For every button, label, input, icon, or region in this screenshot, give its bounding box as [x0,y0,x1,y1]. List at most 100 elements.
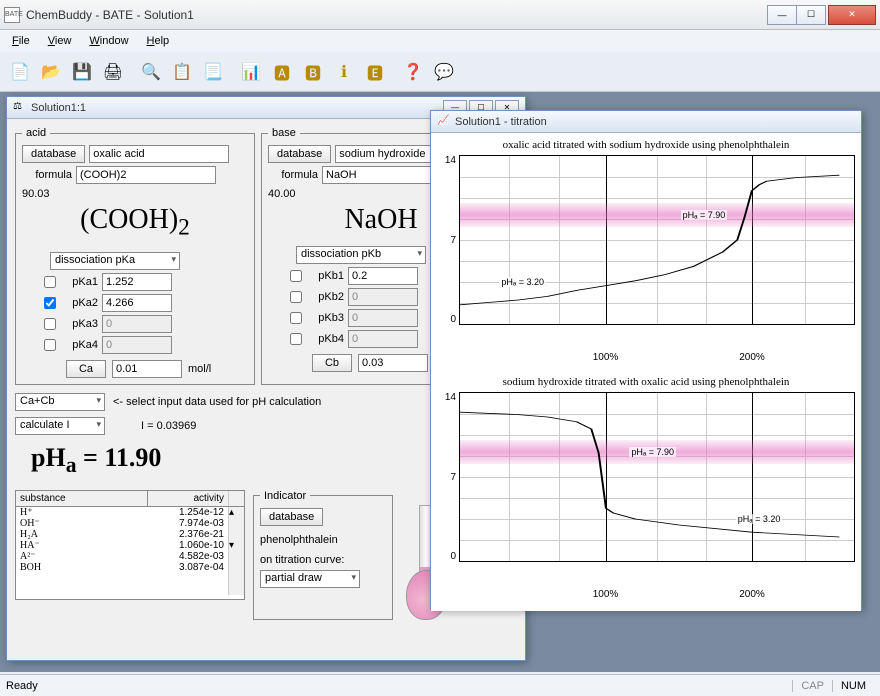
y-tick: 7 [450,472,456,483]
input-data-dropdown[interactable]: Ca+Cb [15,393,105,411]
pkb4-input[interactable] [348,330,418,348]
pkb2-check[interactable] [290,291,302,303]
chart-2-plot: pHₐ = 7.90 pHₐ = 3.20 [459,392,855,562]
status-bar: Ready CAP NUM [0,674,880,696]
a-icon[interactable]: 🅰 [268,58,296,86]
pka2-check[interactable] [44,297,56,309]
pka4-label: pKa4 [62,339,98,351]
x-tick: 100% [593,589,619,600]
status-num: NUM [832,680,874,692]
sheet-icon[interactable]: 📋 [168,58,196,86]
calc-icon[interactable]: 📊 [237,58,265,86]
acid-formula-label: formula [22,169,72,181]
table-scroll[interactable] [228,491,244,506]
cb-input[interactable] [358,354,428,372]
open-icon[interactable]: 📂 [37,58,65,86]
ca-button[interactable]: Ca [66,360,106,378]
pka1-label: pKa1 [62,276,98,288]
acid-dissociation-dropdown[interactable]: dissociation pKa [50,252,180,270]
calculate-dropdown[interactable]: calculate I [15,417,105,435]
balance-icon[interactable]: 🔍 [137,58,165,86]
menu-file[interactable]: File [4,33,38,49]
menu-window[interactable]: Window [81,33,136,49]
x-tick: 200% [739,352,765,363]
pka4-check[interactable] [44,339,56,351]
titration-title-bar[interactable]: 📈 Solution1 - titration [431,111,861,133]
maximize-button[interactable]: ☐ [796,5,826,25]
close-button[interactable]: ✕ [828,5,876,25]
base-mass: 40.00 [268,188,296,200]
menu-help[interactable]: Help [139,33,178,49]
app-icon: BATE [4,7,20,23]
table-row: BOH3.087e-04 [16,562,228,573]
doc-icon[interactable]: 📃 [199,58,227,86]
acid-formula-display: (COOH)2 [22,204,248,242]
base-legend: base [268,127,300,139]
pka4-input[interactable] [102,336,172,354]
table-row: A²⁻4.582e-03 [16,551,228,562]
chart-1-plot: pHₐ = 7.90 pHₐ = 3.20 [459,155,855,325]
cb-button[interactable]: Cb [312,354,352,372]
pka3-input[interactable] [102,315,172,333]
input-hint: <- select input data used for pH calcula… [113,396,321,408]
window-title: ChemBuddy - BATE - Solution1 [26,8,767,22]
pkb1-check[interactable] [290,270,302,282]
pkb1-input[interactable] [348,267,418,285]
titration-window: 📈 Solution1 - titration oxalic acid titr… [430,110,862,610]
el-icon[interactable]: 🅴 [361,58,389,86]
b-icon[interactable]: 🅱 [299,58,327,86]
pka2-input[interactable] [102,294,172,312]
chart-2-title: sodium hydroxide titrated with oxalic ac… [437,376,855,388]
chart-icon: 📈 [437,115,451,129]
pka1-input[interactable] [102,273,172,291]
indicator-panel: Indicator database phenolphthalein on ti… [253,490,393,620]
table-row: OH⁻7.974e-03 [16,518,228,529]
draw-mode-dropdown[interactable]: partial draw [260,570,360,588]
base-dissociation-dropdown[interactable]: dissociation pKb [296,246,426,264]
y-tick: 14 [445,155,456,166]
ionic-strength-value: I = 0.03969 [141,420,196,432]
y-tick: 0 [450,551,456,562]
chart-1: oxalic acid titrated with sodium hydroxi… [437,139,855,366]
ca-unit: mol/l [188,363,211,375]
pka3-label: pKa3 [62,318,98,330]
pkb3-input[interactable] [348,309,418,327]
acid-database-button[interactable]: database [22,145,85,163]
pkb2-input[interactable] [348,288,418,306]
pkb4-check[interactable] [290,333,302,345]
minimize-button[interactable]: — [767,5,797,25]
pkb2-label: pKb2 [308,291,344,303]
acid-panel: acid database formula 90.03 (COOH)2 [15,127,255,385]
table-scrollbar[interactable]: ▴▾ [228,507,244,595]
status-cap: CAP [792,680,832,692]
y-tick: 7 [450,235,456,246]
mdi-area: ⚖ Solution1:1 — ☐ ✕ acid database formul… [0,92,880,672]
pka1-check[interactable] [44,276,56,288]
indicator-name: phenolphthalein [260,534,386,546]
base-database-button[interactable]: database [268,145,331,163]
title-bar: BATE ChemBuddy - BATE - Solution1 — ☐ ✕ [0,0,880,30]
titration-window-title: Solution1 - titration [455,116,855,128]
solution-window-title: Solution1:1 [31,102,443,114]
acid-legend: acid [22,127,50,139]
print-icon[interactable]: 🖨 [99,58,127,86]
acid-formula-input[interactable] [76,166,216,184]
acid-mass: 90.03 [22,188,50,200]
pkb3-check[interactable] [290,312,302,324]
activity-table[interactable]: substance activity H⁺1.254e-12 OH⁻7.974e… [15,490,245,600]
help-icon[interactable]: ❓ [399,58,427,86]
save-icon[interactable]: 💾 [68,58,96,86]
ca-input[interactable] [112,360,182,378]
pka3-check[interactable] [44,318,56,330]
col-substance[interactable]: substance [16,491,148,506]
in-icon[interactable]: ℹ [330,58,358,86]
indicator-legend: Indicator [260,490,310,502]
acid-name-input[interactable] [89,145,229,163]
indicator-database-button[interactable]: database [260,508,323,526]
new-icon[interactable]: 📄 [6,58,34,86]
about-icon[interactable]: 💬 [430,58,458,86]
on-curve-label: on titration curve: [260,554,386,566]
col-activity[interactable]: activity [148,491,228,506]
balance-icon: ⚖ [13,101,27,115]
menu-view[interactable]: View [40,33,80,49]
